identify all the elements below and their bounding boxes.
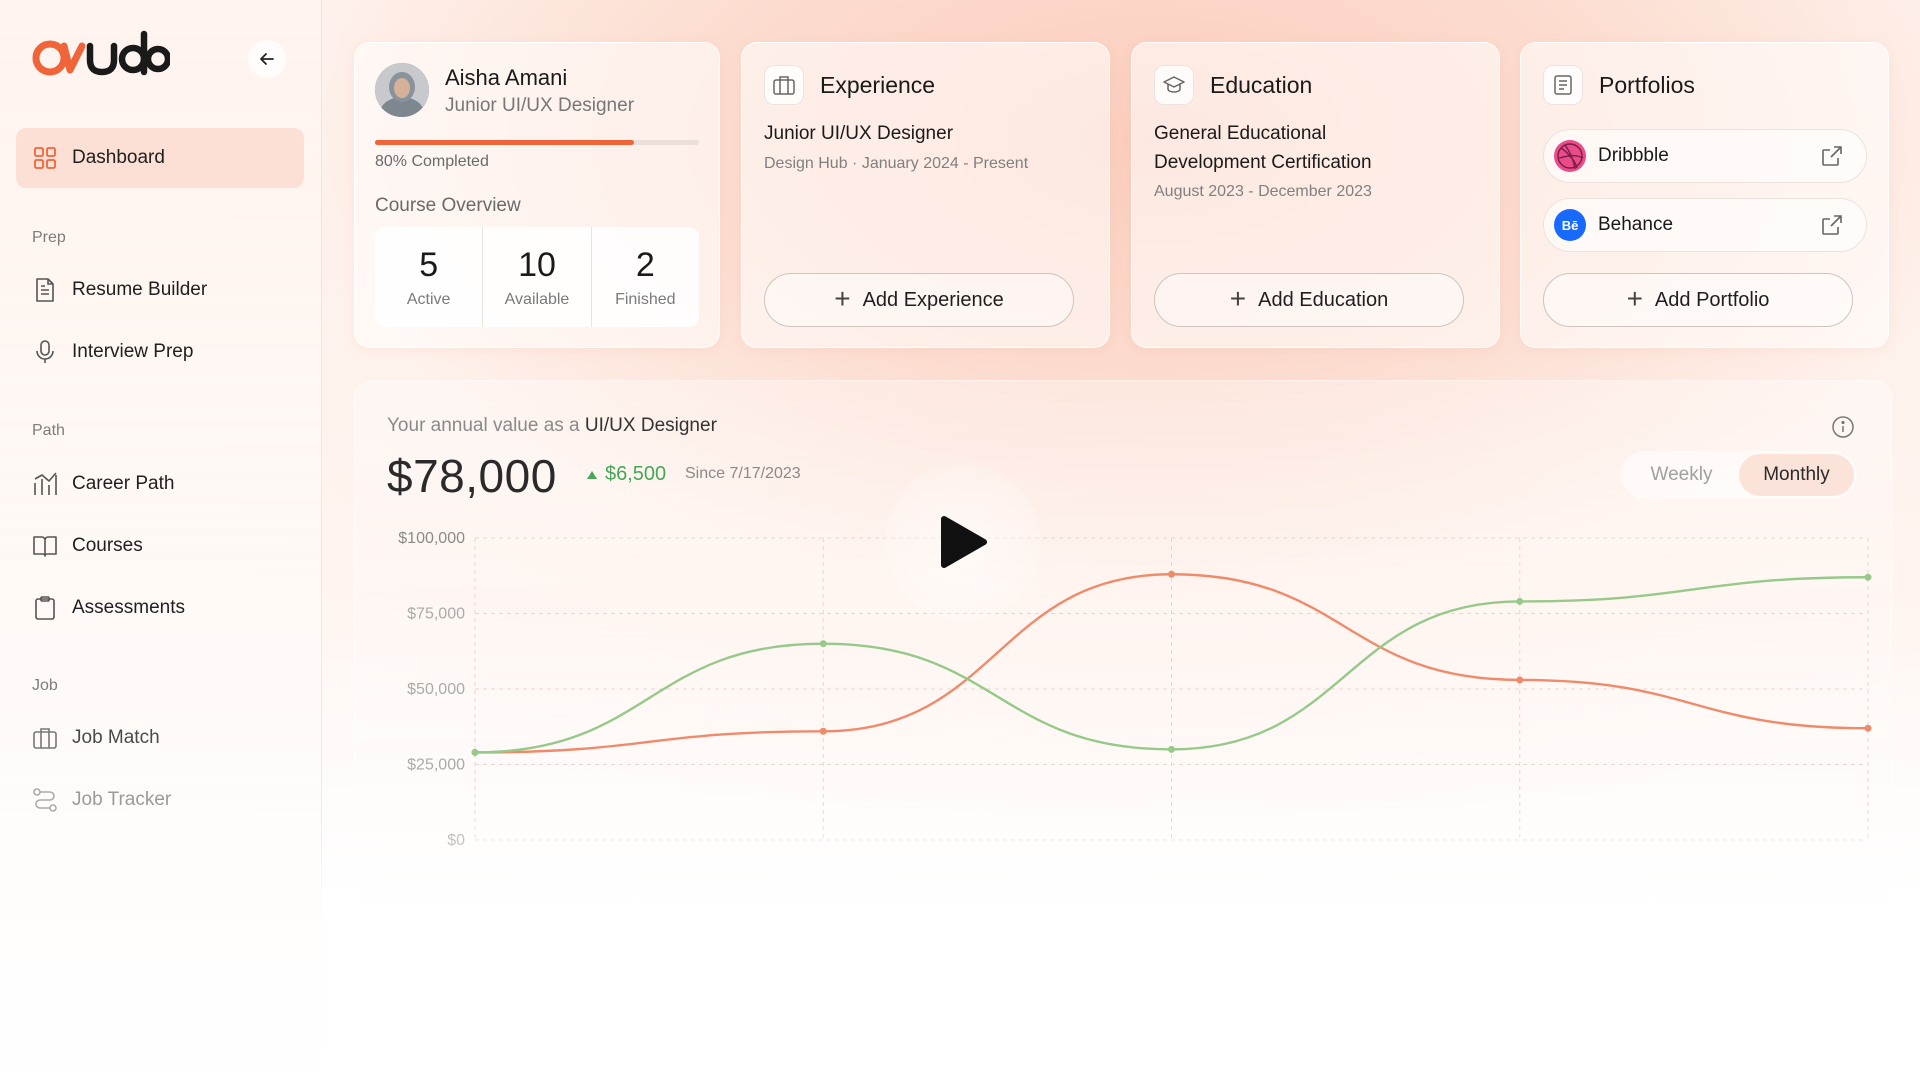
sidebar-item-job-tracker[interactable]: Job Tracker: [16, 770, 304, 830]
data-point: [1516, 597, 1524, 605]
education-entry-title-line1: General Educational: [1154, 123, 1327, 144]
plus-icon: +: [1626, 282, 1643, 314]
clipboard-icon: [32, 595, 58, 621]
sidebar-item-courses[interactable]: Courses: [16, 516, 304, 576]
section-label-prep: Prep: [32, 229, 66, 246]
add-education-button[interactable]: + Add Education: [1154, 273, 1464, 327]
progress-text: 80% Completed: [375, 153, 489, 170]
data-point: [819, 727, 827, 735]
book-icon: [32, 533, 58, 559]
data-point: [1168, 745, 1175, 753]
experience-entry-subtitle: Design Hub · January 2024 - Present: [764, 155, 1029, 172]
play-icon: [941, 516, 987, 568]
stat-label: Active: [406, 290, 451, 308]
portfolio-link-behance[interactable]: Bē Behance: [1543, 198, 1867, 252]
sidebar-item-career-path[interactable]: Career Path: [16, 454, 304, 514]
card-title: Portfolios: [1599, 71, 1695, 98]
section-label-job: Job: [32, 677, 58, 694]
education-entry-title-line2: Development Certification: [1154, 152, 1372, 173]
sidebar-item-label: Job Match: [72, 727, 160, 748]
sidebar-item-label: Dashboard: [72, 147, 165, 168]
card-title: Experience: [820, 71, 936, 98]
stat-label: Finished: [615, 290, 676, 308]
sidebar-item-label: Interview Prep: [72, 341, 194, 362]
plus-icon: +: [834, 282, 851, 314]
add-portfolio-button[interactable]: + Add Portfolio: [1543, 273, 1853, 327]
profile-card: Aisha Amani Junior UI/UX Designer 80% Co…: [354, 42, 720, 348]
data-point: [1864, 724, 1872, 732]
data-point: [819, 640, 827, 648]
stat-active[interactable]: 5 Active: [375, 227, 484, 327]
progress-fill: [375, 140, 635, 145]
stat-value: 2: [635, 245, 655, 284]
stat-finished[interactable]: 2 Finished: [592, 227, 699, 327]
button-label: Add Education: [1258, 288, 1389, 311]
y-tick-label: $75,000: [407, 606, 465, 623]
button-label: Add Portfolio: [1654, 288, 1770, 311]
sidebar-item-job-match[interactable]: Job Match: [16, 708, 304, 768]
sidebar-item-label: Career Path: [72, 473, 175, 494]
collapse-sidebar-button[interactable]: [248, 40, 286, 78]
logo[interactable]: [30, 30, 172, 81]
stat-value: 5: [419, 245, 439, 284]
annual-value-chart: $100,000 $75,000 $50,000 $25,000 $0: [398, 530, 1872, 849]
behance-icon: Bē: [1554, 209, 1586, 241]
portfolio-name: Dribbble: [1598, 145, 1669, 166]
sidebar-item-label: Resume Builder: [72, 279, 208, 300]
sidebar-item-assessments[interactable]: Assessments: [16, 578, 304, 638]
sidebar-item-label: Job Tracker: [72, 789, 172, 810]
experience-entry-title: Junior UI/UX Designer: [764, 123, 954, 144]
briefcase-icon: [32, 725, 58, 751]
data-point: [1168, 570, 1175, 578]
profile-role: Junior UI/UX Designer: [445, 95, 635, 116]
y-tick-label: $100,000: [398, 530, 465, 547]
microphone-icon: [32, 339, 58, 365]
route-icon: [32, 787, 58, 813]
stat-label: Available: [504, 290, 570, 308]
y-tick-label: $0: [447, 832, 465, 849]
stat-value: 10: [518, 245, 556, 284]
portfolios-card: Portfolios Dribbble Bē Behance + Add Por…: [1520, 42, 1889, 348]
sidebar-item-label: Courses: [72, 535, 143, 556]
stat-available[interactable]: 10 Available: [483, 227, 592, 327]
add-experience-button[interactable]: + Add Experience: [764, 273, 1074, 327]
external-link-icon[interactable]: [1820, 213, 1844, 243]
portfolio-link-dribbble[interactable]: Dribbble: [1543, 129, 1867, 183]
play-button[interactable]: [885, 464, 1041, 620]
plus-icon: +: [1229, 282, 1247, 314]
annual-value-panel: Your annual value as a UI/UX Designer $7…: [354, 380, 1892, 1000]
portfolio-name: Behance: [1598, 214, 1674, 235]
experience-card: Experience Junior UI/UX Designer Design …: [741, 42, 1110, 348]
course-stats: 5 Active 10 Available 2 Finished: [375, 227, 699, 327]
avatar[interactable]: [375, 63, 429, 117]
sidebar: Dashboard Prep Resume Builder Interview …: [0, 0, 322, 1079]
course-overview-label: Course Overview: [375, 195, 521, 216]
dribbble-icon: [1554, 140, 1586, 172]
data-point: [1864, 573, 1872, 581]
arrow-left-icon: [260, 53, 274, 65]
sidebar-item-resume-builder[interactable]: Resume Builder: [16, 260, 304, 320]
section-label-path: Path: [32, 422, 65, 439]
graduation-cap-icon: [1154, 65, 1194, 105]
external-link-icon[interactable]: [1820, 144, 1844, 174]
progress-bar: [375, 140, 699, 145]
career-path-icon: [32, 471, 58, 497]
grid-icon: [32, 145, 58, 171]
sidebar-item-dashboard[interactable]: Dashboard: [16, 128, 304, 188]
briefcase-icon: [764, 65, 804, 105]
sidebar-item-interview-prep[interactable]: Interview Prep: [16, 322, 304, 382]
document-icon: [32, 277, 58, 303]
card-title: Education: [1210, 71, 1313, 98]
portfolio-icon: [1543, 65, 1583, 105]
education-card: Education General Educational Developmen…: [1131, 42, 1500, 348]
button-label: Add Experience: [862, 288, 1004, 311]
y-tick-label: $25,000: [407, 757, 465, 774]
education-entry-subtitle: August 2023 - December 2023: [1154, 183, 1372, 200]
data-point: [1516, 676, 1524, 684]
profile-name: Aisha Amani: [445, 65, 568, 90]
sidebar-item-label: Assessments: [72, 597, 185, 618]
y-tick-label: $50,000: [407, 681, 465, 698]
data-point: [471, 748, 479, 756]
